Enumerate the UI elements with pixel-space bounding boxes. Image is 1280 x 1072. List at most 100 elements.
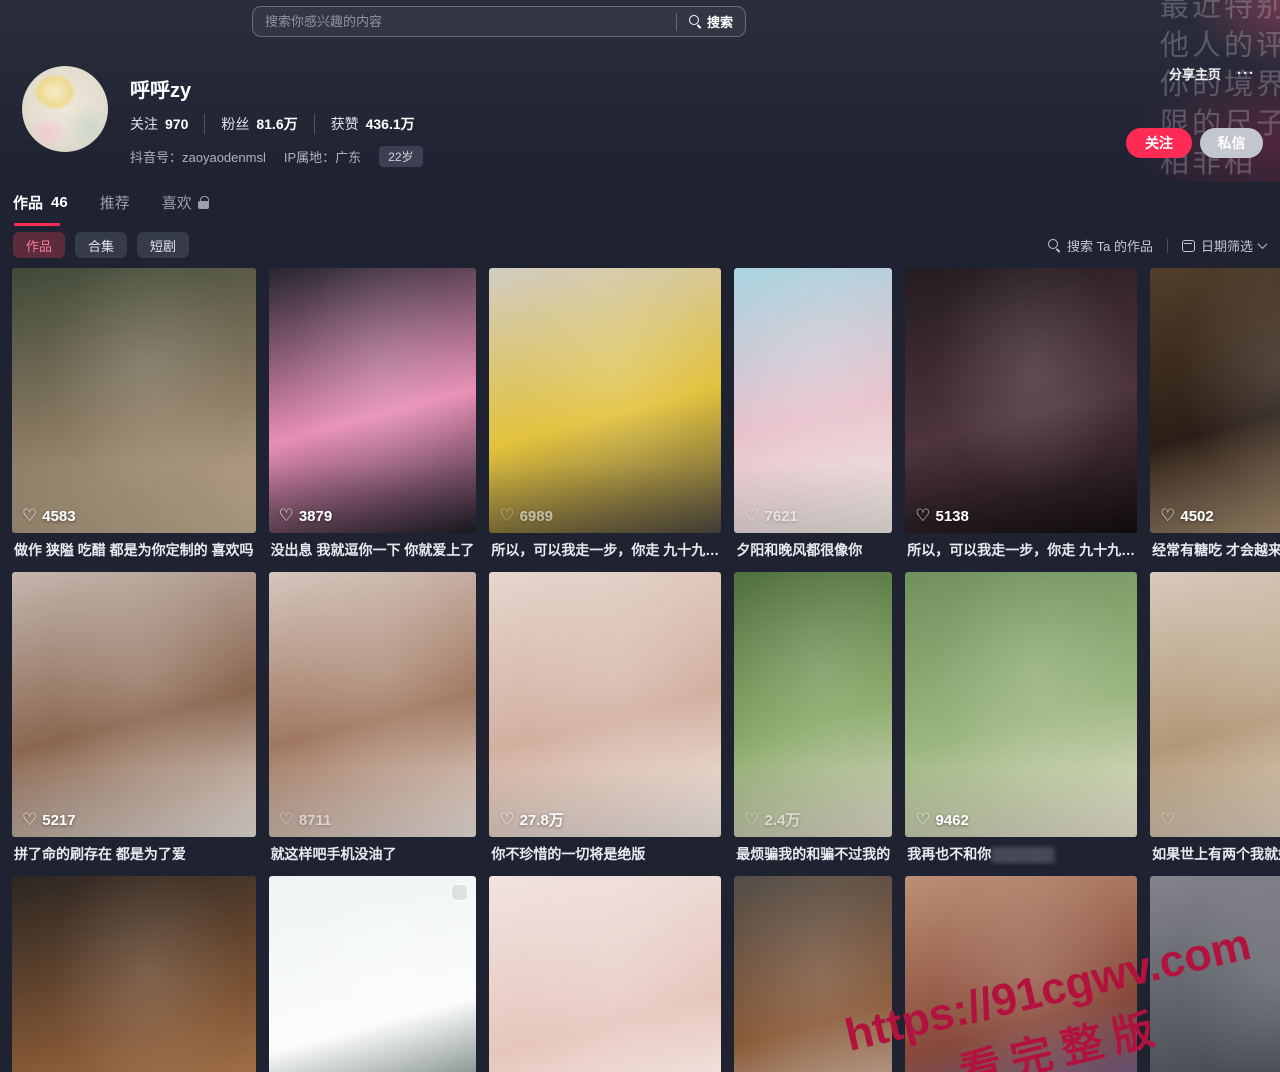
heart-icon: ♡ [279, 506, 294, 526]
card-caption[interactable]: 就这样吧手机没油了 [271, 844, 475, 865]
video-card[interactable]: ♡ [1150, 876, 1280, 1072]
stat-followers[interactable]: 粉丝 81.6万 [204, 114, 297, 134]
date-filter-label: 日期筛选 [1201, 236, 1253, 255]
video-thumbnail[interactable]: ♡ 2.4万 [734, 572, 892, 837]
video-thumbnail[interactable]: ♡ 3879 [269, 268, 477, 533]
card-caption[interactable]: 所以，可以我走一步，你走 九十九… [491, 540, 719, 561]
search-button-label: 搜索 [707, 12, 733, 31]
search-icon [1048, 239, 1061, 252]
video-thumbnail[interactable]: ♡ 6989 [489, 268, 721, 533]
profile-actions: 关注 私信 [1126, 128, 1263, 158]
video-thumbnail[interactable]: ♡ [489, 876, 721, 1072]
video-card[interactable]: ♡ 3879 没出息 我就逗你一下 你就爱上了 [269, 268, 477, 572]
stat-value: 436.1万 [366, 114, 415, 134]
heart-icon: ♡ [915, 810, 930, 830]
card-caption[interactable]: 没出息 我就逗你一下 你就爱上了 [271, 540, 475, 561]
video-card[interactable]: ♡ 2.4万 最烦骗我的和骗不过我的 [734, 572, 892, 876]
card-caption[interactable]: 拼了命的刷存在 都是为了爱 [14, 844, 254, 865]
card-caption[interactable]: 经常有糖吃 才会越来越甜吧 [1152, 540, 1280, 561]
cover-text-line: 他人的评价 [1160, 27, 1280, 66]
video-card[interactable]: ♡ 4502 经常有糖吃 才会越来越甜吧 [1150, 268, 1280, 572]
card-caption[interactable]: 你不珍惜的一切将是绝版 [491, 844, 719, 865]
video-thumbnail[interactable]: ♡ [905, 876, 1137, 1072]
like-count: 5217 [42, 812, 75, 829]
card-caption[interactable]: 最烦骗我的和骗不过我的 [736, 844, 890, 865]
video-thumbnail[interactable]: ♡ 5217 [12, 572, 256, 837]
card-caption[interactable]: 我再也不和你▒▒▒▒▒▒▒ [907, 844, 1135, 865]
profile-info: 呼呼zy 关注 970 粉丝 81.6万 获赞 436.1万 抖音号：zaoya… [130, 74, 423, 167]
like-badge: ♡ 2.4万 [744, 809, 800, 830]
like-badge: ♡ 7621 [744, 506, 798, 526]
video-thumbnail[interactable]: ♡ 4502 [1150, 268, 1280, 533]
stat-following[interactable]: 关注 970 [130, 114, 188, 134]
stat-label: 粉丝 [221, 114, 249, 134]
like-badge: ♡ [1160, 810, 1180, 830]
album-icon [451, 884, 468, 901]
video-card[interactable]: ♡ 27.8万 你不珍惜的一切将是绝版 [489, 572, 721, 876]
like-count: 8711 [299, 812, 332, 829]
video-thumbnail[interactable]: ♡ [1150, 572, 1280, 837]
search-bar[interactable]: 搜索 [252, 6, 746, 37]
profile-meta: 抖音号：zaoyaodenmsl IP属地：广东 22岁 [130, 146, 423, 167]
video-thumbnail[interactable]: ♡ 7621 [734, 268, 892, 533]
video-thumbnail[interactable]: ♡ 9462 [905, 572, 1137, 837]
video-thumbnail[interactable]: ♡ 8711 [269, 572, 477, 837]
video-thumbnail[interactable]: ♡ 4583 [12, 268, 256, 533]
date-filter-button[interactable]: 日期筛选 [1182, 236, 1266, 255]
video-card[interactable]: ♡ 6989 所以，可以我走一步，你走 九十九… [489, 268, 721, 572]
video-card[interactable]: ♡ [269, 876, 477, 1072]
like-badge: ♡ 9462 [915, 810, 969, 830]
video-thumbnail[interactable]: ♡ [12, 876, 256, 1072]
heart-icon: ♡ [499, 506, 514, 526]
censored-text: ▒▒▒▒▒▒▒ [991, 846, 1053, 862]
like-count: 4502 [1180, 508, 1213, 525]
video-thumbnail[interactable]: ♡ [734, 876, 892, 1072]
stat-likes[interactable]: 获赞 436.1万 [314, 114, 415, 134]
like-badge: ♡ 6989 [499, 506, 553, 526]
search-works-label: 搜索 Ta 的作品 [1067, 236, 1153, 255]
filter-collections[interactable]: 合集 [75, 232, 127, 258]
share-profile-button[interactable]: 分享主页 [1169, 64, 1221, 83]
tab-label: 作品 [13, 192, 43, 213]
card-caption[interactable]: 所以，可以我走一步，你走 九十九… [907, 540, 1135, 561]
video-card[interactable]: ♡ [489, 876, 721, 1072]
stat-label: 关注 [130, 114, 158, 134]
tab-count: 46 [51, 194, 68, 211]
video-card[interactable]: ♡ 如果世上有两个我就好了 我最懂怎… [1150, 572, 1280, 876]
like-count: 27.8万 [520, 809, 564, 830]
message-button[interactable]: 私信 [1200, 128, 1263, 158]
card-caption[interactable]: 如果世上有两个我就好了 我最懂怎… [1152, 844, 1280, 865]
like-count: 5138 [935, 508, 968, 525]
filter-works[interactable]: 作品 [13, 232, 65, 258]
ip-location: IP属地：广东 [284, 147, 361, 166]
video-card[interactable]: ♡ 7621 夕阳和晚风都很像你 [734, 268, 892, 572]
search-works-button[interactable]: 搜索 Ta 的作品 [1048, 236, 1153, 255]
search-input[interactable] [253, 7, 676, 36]
card-caption[interactable]: 夕阳和晚风都很像你 [736, 540, 890, 561]
filter-short-drama[interactable]: 短剧 [137, 232, 189, 258]
video-card[interactable]: ♡ [905, 876, 1137, 1072]
more-options-button[interactable]: ··· [1237, 65, 1255, 82]
like-count: 6989 [520, 508, 553, 525]
tab-works[interactable]: 作品 46 [13, 192, 68, 217]
heart-icon: ♡ [22, 506, 37, 526]
video-thumbnail[interactable]: ♡ [269, 876, 477, 1072]
follow-button[interactable]: 关注 [1126, 128, 1192, 158]
video-card[interactable]: ♡ 5217 拼了命的刷存在 都是为了爱 [12, 572, 256, 876]
tab-liked[interactable]: 喜欢 [162, 192, 209, 217]
video-card[interactable]: ♡ 5138 所以，可以我走一步，你走 九十九… [905, 268, 1137, 572]
profile-name: 呼呼zy [130, 74, 423, 103]
video-card[interactable]: ♡ [734, 876, 892, 1072]
video-card[interactable]: ♡ [12, 876, 256, 1072]
card-caption[interactable]: 做作 狭隘 吃醋 都是为你定制的 喜欢吗 [14, 540, 254, 561]
video-thumbnail[interactable]: ♡ [1150, 876, 1280, 1072]
tab-recommend[interactable]: 推荐 [100, 192, 130, 217]
video-card[interactable]: ♡ 4583 做作 狭隘 吃醋 都是为你定制的 喜欢吗 [12, 268, 256, 572]
heart-icon: ♡ [1160, 506, 1175, 526]
video-thumbnail[interactable]: ♡ 27.8万 [489, 572, 721, 837]
avatar[interactable] [22, 66, 108, 152]
video-thumbnail[interactable]: ♡ 5138 [905, 268, 1137, 533]
video-card[interactable]: ♡ 8711 就这样吧手机没油了 [269, 572, 477, 876]
search-button[interactable]: 搜索 [677, 7, 745, 36]
video-card[interactable]: ♡ 9462 我再也不和你▒▒▒▒▒▒▒ [905, 572, 1137, 876]
